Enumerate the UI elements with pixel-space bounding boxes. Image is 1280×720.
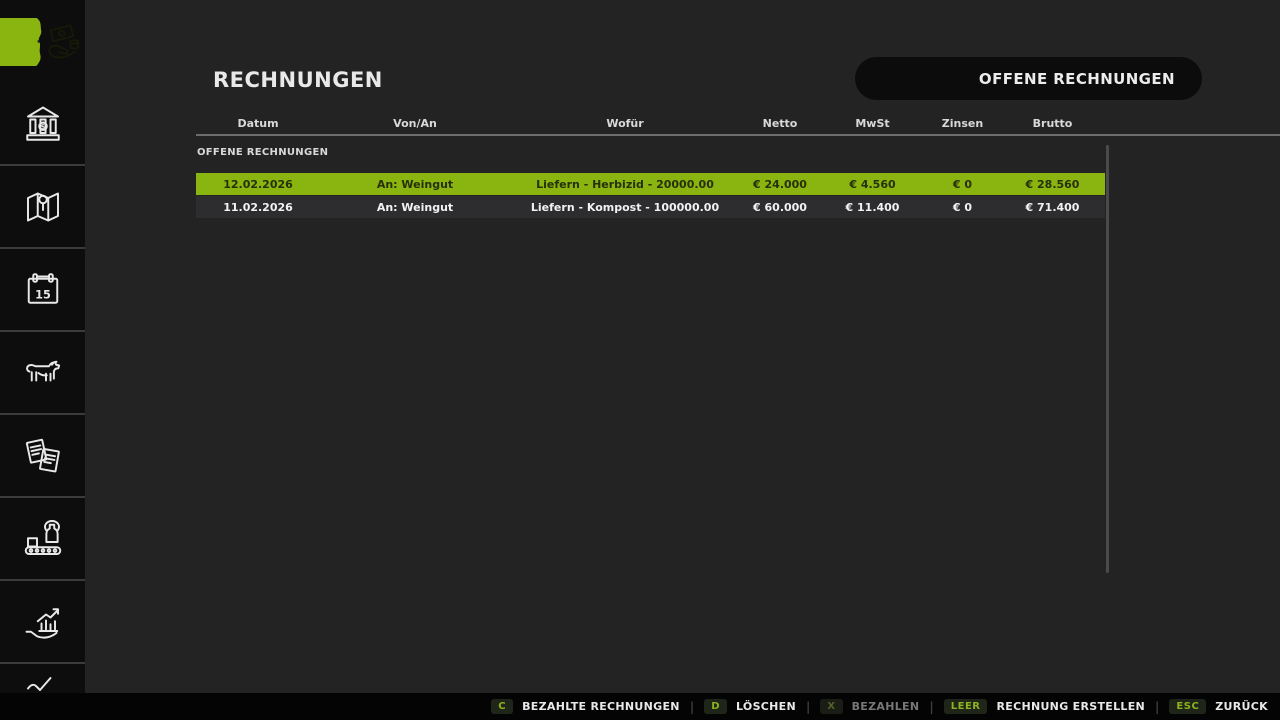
section-label-open-invoices: OFFENE RECHNUNGEN	[197, 147, 328, 158]
hotkey-label: RECHNUNG ERSTELLEN	[996, 700, 1145, 713]
cow-icon	[19, 349, 67, 397]
sidebar-item-contracts[interactable]	[0, 415, 85, 498]
cell-zinsen: € 0	[925, 178, 1000, 191]
cell-brutto: € 28.560	[1000, 178, 1105, 191]
column-header-von-an: Von/An	[320, 115, 510, 133]
cell-mwst: € 11.400	[820, 201, 925, 214]
cell-datum: 12.02.2026	[196, 178, 320, 191]
statistics-icon	[19, 598, 67, 646]
cell-wofuer: Liefern - Kompost - 100000.00	[510, 201, 740, 214]
column-header-mwst: MwSt	[820, 115, 925, 133]
calendar-day-label: 15	[35, 288, 51, 301]
key-badge-esc: ESC	[1169, 699, 1206, 714]
hotkey-pay: X BEZAHLEN	[820, 699, 919, 714]
sidebar-item-finances[interactable]	[0, 0, 85, 83]
sidebar-item-statistics[interactable]	[0, 581, 85, 664]
column-header-brutto: Brutto	[1000, 115, 1105, 133]
column-header-zinsen: Zinsen	[925, 115, 1000, 133]
hotkey-back[interactable]: ESC ZURÜCK	[1169, 699, 1268, 714]
hotkey-label: ZURÜCK	[1215, 700, 1268, 713]
cell-zinsen: € 0	[925, 201, 1000, 214]
cell-netto: € 60.000	[740, 201, 820, 214]
open-invoices-filter-button[interactable]: OFFENE RECHNUNGEN	[855, 57, 1202, 100]
map-icon	[19, 183, 67, 231]
cell-von-an: An: Weingut	[320, 178, 510, 191]
key-badge-c: C	[491, 699, 513, 714]
hotkey-label: BEZAHLEN	[852, 700, 920, 713]
cell-netto: € 24.000	[740, 178, 820, 191]
sidebar-item-animals[interactable]	[0, 332, 85, 415]
sidebar-item-calendar[interactable]: 15	[0, 249, 85, 332]
hotkey-create-invoice[interactable]: LEER RECHNUNG ERSTELLEN	[944, 699, 1145, 714]
table-header-row: Datum Von/An Wofür Netto MwSt Zinsen Bru…	[196, 115, 1105, 133]
documents-icon	[19, 432, 67, 480]
cell-mwst: € 4.560	[820, 178, 925, 191]
hotkey-label: BEZAHLTE RECHNUNGEN	[522, 700, 680, 713]
cell-wofuer: Liefern - Herbizid - 20000.00	[510, 178, 740, 191]
main-panel: RECHNUNGEN OFFENE RECHNUNGEN Datum Von/A…	[85, 0, 1280, 693]
hotkey-bar: C BEZAHLTE RECHNUNGEN | D LÖSCHEN | X BE…	[0, 693, 1280, 720]
sidebar-item-map[interactable]	[0, 166, 85, 249]
column-header-datum: Datum	[196, 115, 320, 133]
bank-icon: $	[19, 100, 67, 148]
column-header-wofuer: Wofür	[510, 115, 740, 133]
invoices-screen: $ 15	[0, 0, 1280, 720]
invoice-row-selected[interactable]: 12.02.2026 An: Weingut Liefern - Herbizi…	[196, 173, 1105, 195]
svg-text:$: $	[40, 122, 45, 130]
hotkey-delete[interactable]: D LÖSCHEN	[704, 699, 796, 714]
finances-icon	[43, 18, 86, 66]
sidebar-item-bank[interactable]: $	[0, 83, 85, 166]
sidebar: $ 15	[0, 0, 85, 693]
key-badge-d: D	[704, 699, 727, 714]
page-title: RECHNUNGEN	[213, 68, 383, 92]
key-badge-x: X	[820, 699, 842, 714]
production-icon	[19, 515, 67, 563]
cell-brutto: € 71.400	[1000, 201, 1105, 214]
column-header-netto: Netto	[740, 115, 820, 133]
hotkey-separator: |	[929, 700, 933, 714]
sidebar-item-signature[interactable]	[0, 664, 85, 692]
table-header-divider	[196, 134, 1280, 136]
hotkey-separator: |	[690, 700, 694, 714]
hotkey-label: LÖSCHEN	[736, 700, 796, 713]
active-tab-background	[0, 18, 43, 66]
sidebar-item-production[interactable]	[0, 498, 85, 581]
key-badge-space: LEER	[944, 699, 988, 714]
hotkey-separator: |	[1155, 700, 1159, 714]
cell-von-an: An: Weingut	[320, 201, 510, 214]
hotkey-paid-invoices[interactable]: C BEZAHLTE RECHNUNGEN	[491, 699, 680, 714]
hotkey-separator: |	[806, 700, 810, 714]
calendar-icon: 15	[19, 266, 67, 314]
table-scrollbar[interactable]	[1106, 145, 1109, 573]
signature-icon	[19, 672, 67, 692]
cell-datum: 11.02.2026	[196, 201, 320, 214]
invoice-row[interactable]: 11.02.2026 An: Weingut Liefern - Kompost…	[196, 196, 1105, 218]
